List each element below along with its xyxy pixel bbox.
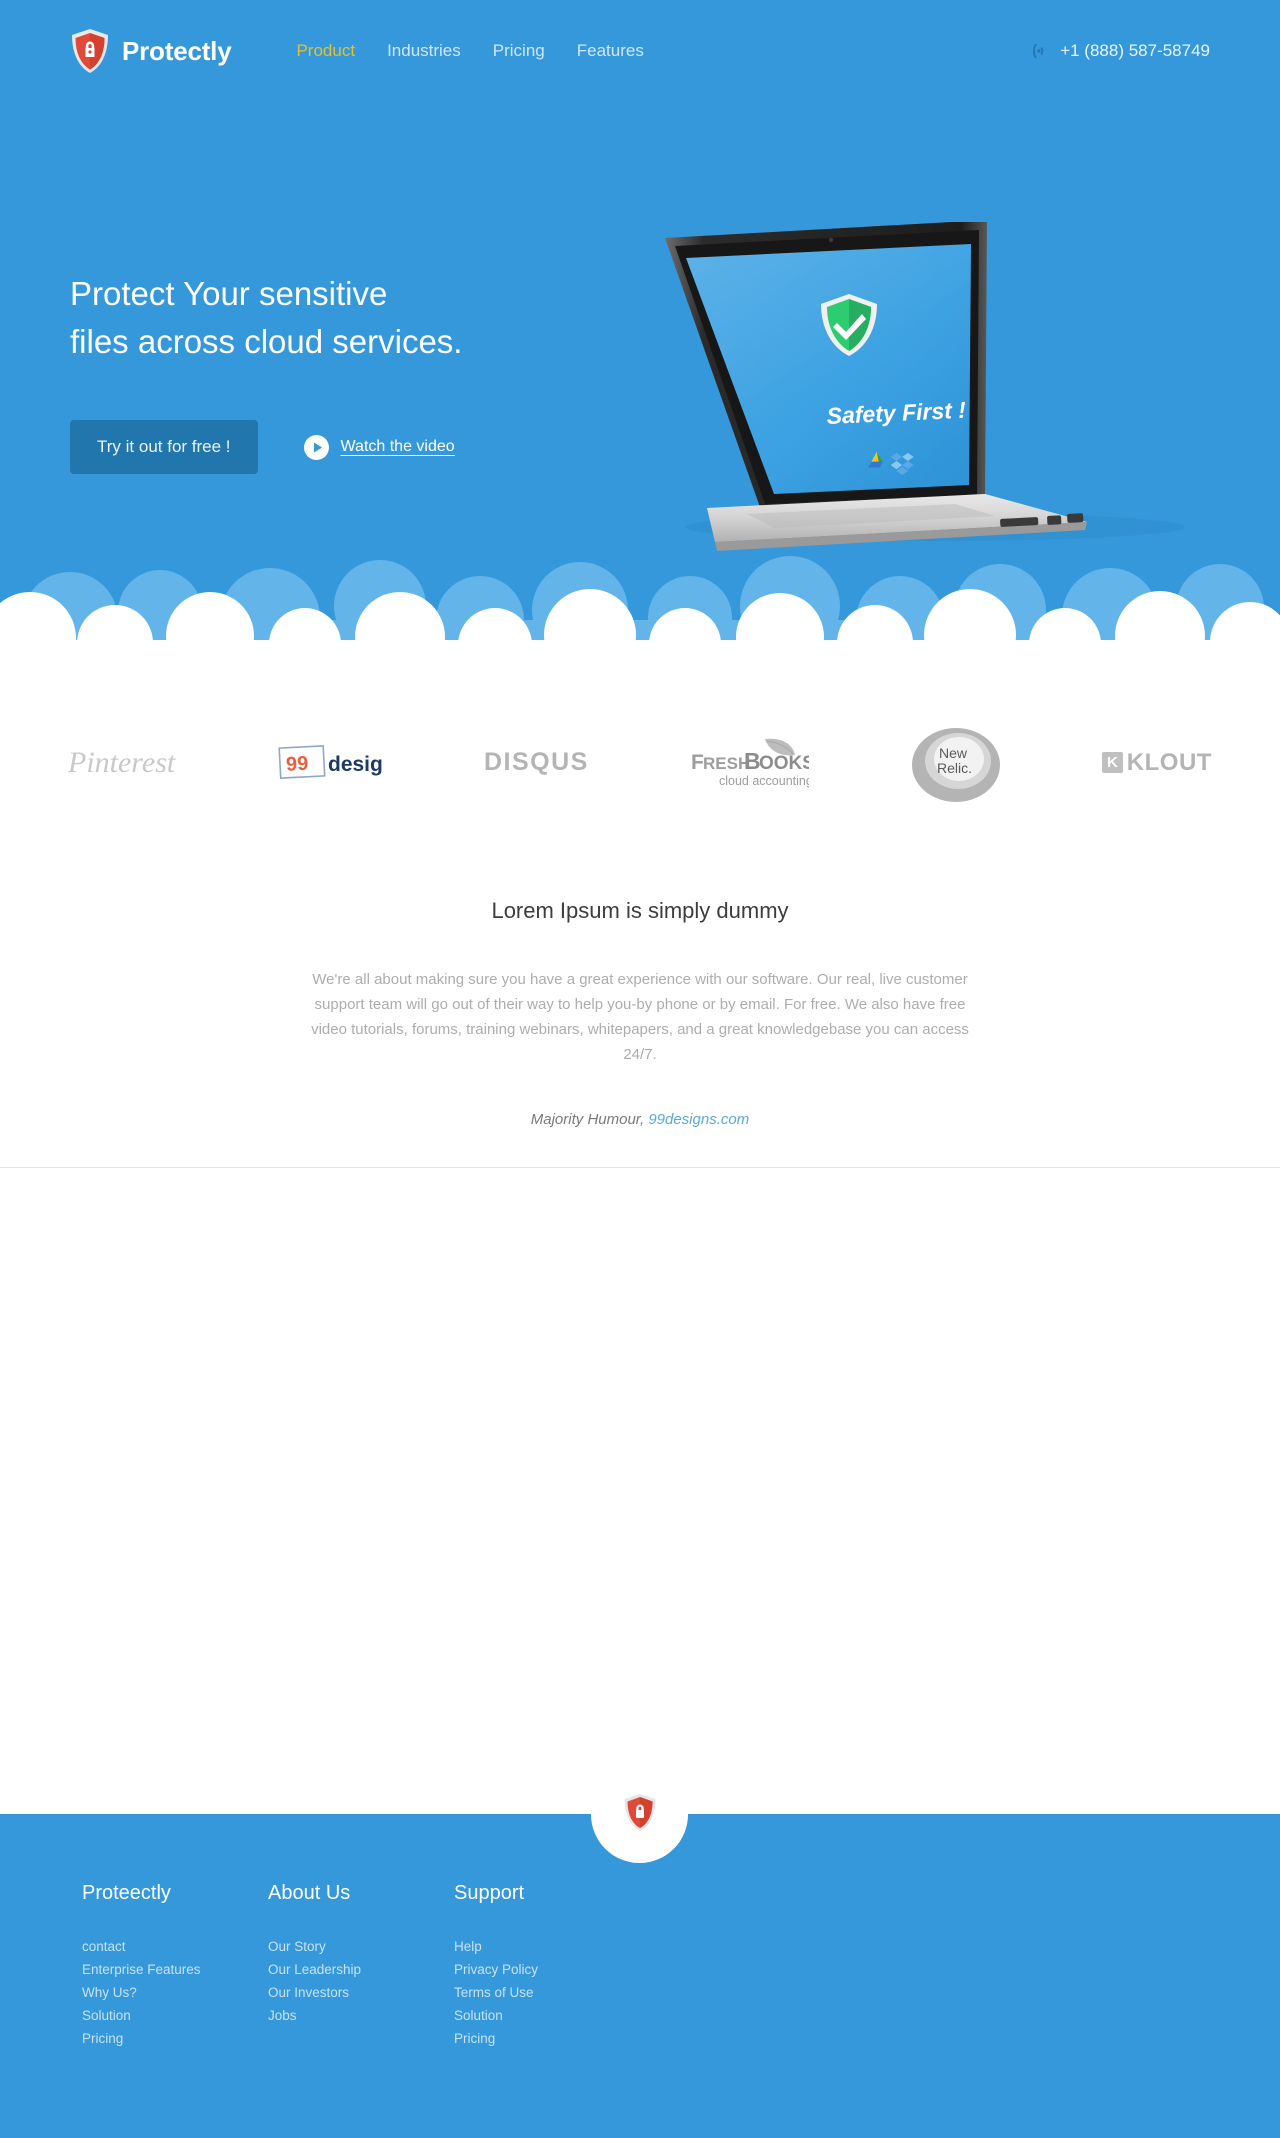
shield-lock-icon xyxy=(623,1793,657,1837)
cloud-divider xyxy=(0,540,1280,655)
footer-link[interactable]: Why Us? xyxy=(82,1981,268,2004)
nav-item-pricing[interactable]: Pricing xyxy=(493,41,545,61)
logo-freshbooks: F RESH B OOKS cloud accounting xyxy=(689,718,809,808)
phone-number: +1 (888) 587-58749 xyxy=(1060,41,1210,60)
testimonial-section: Lorem Ipsum is simply dummy We're all ab… xyxy=(0,870,1280,1883)
footer-link[interactable]: Pricing xyxy=(82,2027,268,2050)
empty-content-section xyxy=(0,1168,1280,1814)
footer-link[interactable]: Pricing xyxy=(454,2027,640,2050)
nav-item-features[interactable]: Features xyxy=(577,41,644,61)
main-nav: Product Industries Pricing Features xyxy=(296,41,643,61)
footer-link[interactable]: Our Investors xyxy=(268,1981,454,2004)
footer-link[interactable]: Help xyxy=(454,1935,640,1958)
brand-logo[interactable]: Protectly xyxy=(70,28,232,74)
footer-heading: About Us xyxy=(268,1882,351,1904)
testimonial-author-link[interactable]: 99designs.com xyxy=(648,1111,749,1128)
play-circle-icon xyxy=(303,434,329,460)
shield-lock-icon xyxy=(70,28,110,74)
phone-contact[interactable]: +1 (888) 587-58749 xyxy=(1030,41,1210,61)
footer-link[interactable]: Our Story xyxy=(268,1935,454,1958)
logo-99designs: 99 designs xyxy=(276,718,384,808)
phone-signal-icon xyxy=(1030,42,1048,60)
site-header: Protectly Product Industries Pricing Fea… xyxy=(0,0,1280,102)
watch-video-label: Watch the video xyxy=(340,438,455,455)
watch-video-link[interactable]: Watch the video xyxy=(303,434,455,460)
svg-text:cloud accounting: cloud accounting xyxy=(719,774,809,788)
testimonial-author-name: Majority Humour, xyxy=(530,1111,649,1128)
hero-actions: Try it out for free ! Watch the video xyxy=(70,420,462,474)
pinterest-wordmark: Pinterest xyxy=(68,745,176,779)
footer-link[interactable]: Solution xyxy=(454,2004,640,2027)
logo-newrelic: New Relic. xyxy=(910,718,1002,808)
svg-text:OOKS: OOKS xyxy=(759,753,809,774)
page-title: Protect Your sensitive files across clou… xyxy=(70,275,463,360)
brand-name: Protectly xyxy=(122,35,232,66)
testimonial-title: Lorem Ipsum is simply dummy xyxy=(491,898,789,923)
nav-item-industries[interactable]: Industries xyxy=(387,41,461,61)
footer-heading: Proteectly xyxy=(82,1882,171,1904)
klout-mark: K xyxy=(1101,752,1123,773)
svg-text:99: 99 xyxy=(285,752,308,775)
site-footer: Proteectly contact Enterprise Features W… xyxy=(0,1766,1280,2138)
footer-col-about-us: About Us Our Story Our Leadership Our In… xyxy=(268,1882,454,2050)
klout-wordmark: KLOUT xyxy=(1126,748,1212,776)
svg-text:New: New xyxy=(939,745,968,761)
footer-heading: Support xyxy=(454,1882,525,1904)
hero-copy: Protect Your sensitive files across clou… xyxy=(70,270,462,474)
footer-link[interactable]: Terms of Use xyxy=(454,1981,640,2004)
disqus-wordmark: DISQUS xyxy=(483,748,589,776)
footer-link[interactable]: Jobs xyxy=(268,2004,454,2027)
footer-link[interactable]: Solution xyxy=(82,2004,268,2027)
footer-link[interactable]: Enterprise Features xyxy=(82,1958,268,1981)
try-free-button[interactable]: Try it out for free ! xyxy=(70,420,258,474)
logo-klout: K KLOUT xyxy=(1101,718,1212,808)
logo-pinterest: Pinterest xyxy=(68,718,175,808)
svg-text:Relic.: Relic. xyxy=(937,760,972,776)
logo-disqus: DISQUS xyxy=(484,718,589,808)
hero-section: Protectly Product Industries Pricing Fea… xyxy=(0,0,1280,655)
footer-link[interactable]: contact xyxy=(82,1935,268,1958)
footer-col-proteectly: Proteectly contact Enterprise Features W… xyxy=(82,1882,268,2050)
testimonial-body: We're all about making sure you have a g… xyxy=(311,971,969,1063)
nav-item-product[interactable]: Product xyxy=(296,41,355,61)
client-logo-strip: Pinterest 99 designs DISQUS F RESH B OOK… xyxy=(0,655,1280,870)
footer-shield-badge xyxy=(591,1766,688,1863)
footer-col-support: Support Help Privacy Policy Terms of Use… xyxy=(454,1882,640,2050)
svg-text:designs: designs xyxy=(328,753,384,776)
testimonial-author: Majority Humour, 99designs.com xyxy=(0,1111,1280,1128)
footer-link[interactable]: Our Leadership xyxy=(268,1958,454,1981)
footer-link[interactable]: Privacy Policy xyxy=(454,1958,640,1981)
